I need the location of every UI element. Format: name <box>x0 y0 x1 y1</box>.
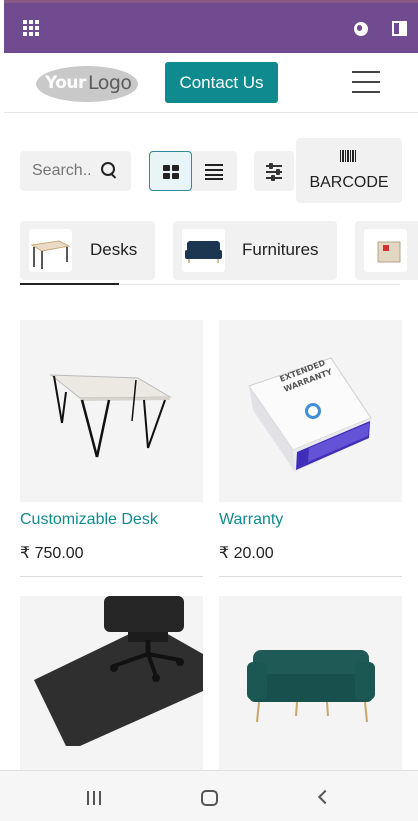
product-image-desk[interactable] <box>20 320 203 502</box>
product-image-warranty[interactable]: EXTENDED WARRANTY <box>219 320 402 502</box>
desk-thumbnail <box>29 229 72 272</box>
home-icon[interactable] <box>201 790 218 806</box>
globe-icon[interactable] <box>354 22 368 36</box>
grid-apps-icon[interactable] <box>23 20 39 36</box>
category-label-desks: Desks <box>90 240 138 259</box>
search-box <box>20 151 131 191</box>
product-price: ₹ 20.00 <box>219 545 274 562</box>
product-card-sofa[interactable] <box>219 596 402 770</box>
category-desks[interactable]: Desks <box>20 221 155 280</box>
contact-us-button[interactable]: Contact Us <box>165 62 278 103</box>
box-thumbnail <box>364 229 407 272</box>
system-navigation-bar <box>0 770 418 821</box>
search-input[interactable] <box>20 151 90 191</box>
card-divider <box>219 576 402 577</box>
product-image-sofa[interactable] <box>219 596 402 770</box>
view-toggle <box>149 151 237 191</box>
barcode-icon <box>340 150 357 162</box>
back-icon[interactable] <box>317 789 333 805</box>
site-header: Your Logo Contact Us <box>4 53 418 113</box>
category-furnitures[interactable]: Furnitures <box>173 221 337 280</box>
product-name[interactable]: Warranty <box>219 511 283 529</box>
logo[interactable]: Your Logo <box>36 66 138 102</box>
grid-view-icon[interactable] <box>149 151 192 191</box>
sofa-thumbnail <box>182 229 225 272</box>
category-tabs: Desks Furnitures <box>0 221 418 281</box>
top-app-bar <box>4 0 418 53</box>
product-price: ₹ 750.00 <box>20 545 84 562</box>
product-card-chair-mat[interactable] <box>20 596 203 770</box>
product-name[interactable]: Customizable Desk <box>20 511 158 529</box>
logo-text-your: Your <box>45 73 86 93</box>
barcode-button[interactable]: BARCODE <box>296 138 402 203</box>
category-third[interactable] <box>355 221 418 280</box>
sidebar-panel-icon[interactable] <box>392 21 407 36</box>
category-active-indicator <box>20 283 119 285</box>
product-image-chair-mat[interactable] <box>20 596 203 770</box>
recent-apps-icon[interactable] <box>87 791 102 805</box>
list-view-icon[interactable] <box>193 151 237 191</box>
barcode-label: BARCODE <box>309 174 389 191</box>
card-divider <box>20 576 203 577</box>
sliders-icon[interactable] <box>254 151 294 191</box>
category-label-furnitures: Furnitures <box>242 240 319 259</box>
hamburger-menu-icon[interactable] <box>352 71 380 93</box>
product-card-desk[interactable]: Customizable Desk ₹ 750.00 <box>20 320 203 580</box>
product-card-warranty[interactable]: EXTENDED WARRANTY Warranty ₹ 20.00 <box>219 320 402 580</box>
logo-text-logo: Logo <box>88 72 132 94</box>
magnifier-icon[interactable] <box>101 162 117 178</box>
